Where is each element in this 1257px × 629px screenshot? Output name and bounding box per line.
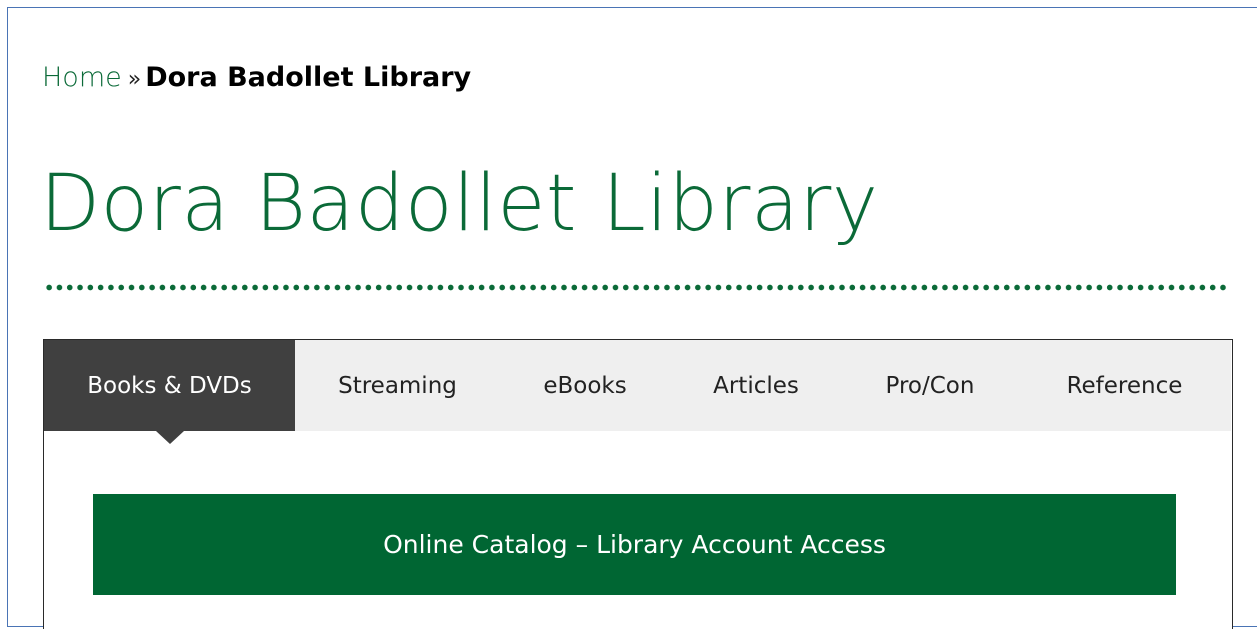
breadcrumb-current: Dora Badollet Library xyxy=(145,62,472,93)
breadcrumb-separator: » xyxy=(127,67,142,92)
breadcrumb-home-link[interactable]: Home xyxy=(42,62,122,93)
tab-bar: Books & DVDs Streaming eBooks Articles P… xyxy=(44,340,1231,444)
breadcrumb: Home» Dora Badollet Library xyxy=(42,60,471,98)
tab-articles[interactable]: Articles xyxy=(670,340,842,431)
online-catalog-button[interactable]: Online Catalog – Library Account Access xyxy=(93,494,1176,595)
page-frame: Home» Dora Badollet Library Dora Badollet… xyxy=(7,7,1257,629)
tab-streaming[interactable]: Streaming xyxy=(295,340,500,431)
tab-ebooks[interactable]: eBooks xyxy=(500,340,670,431)
tab-label: Pro/Con xyxy=(885,372,975,399)
tab-books-dvds[interactable]: Books & DVDs xyxy=(44,340,295,444)
tab-pro-con[interactable]: Pro/Con xyxy=(842,340,1018,431)
tab-label: eBooks xyxy=(543,372,627,399)
dotted-divider xyxy=(44,284,1230,291)
tab-label: Books & DVDs xyxy=(87,372,252,399)
tabs-container: Books & DVDs Streaming eBooks Articles P… xyxy=(43,339,1233,629)
tab-label: Reference xyxy=(1066,372,1183,399)
active-tab-pointer-icon xyxy=(155,431,184,444)
page-title: Dora Badollet Library xyxy=(40,159,879,249)
tab-label: Articles xyxy=(713,372,799,399)
tab-reference[interactable]: Reference xyxy=(1018,340,1231,431)
tab-label: Streaming xyxy=(338,372,457,399)
